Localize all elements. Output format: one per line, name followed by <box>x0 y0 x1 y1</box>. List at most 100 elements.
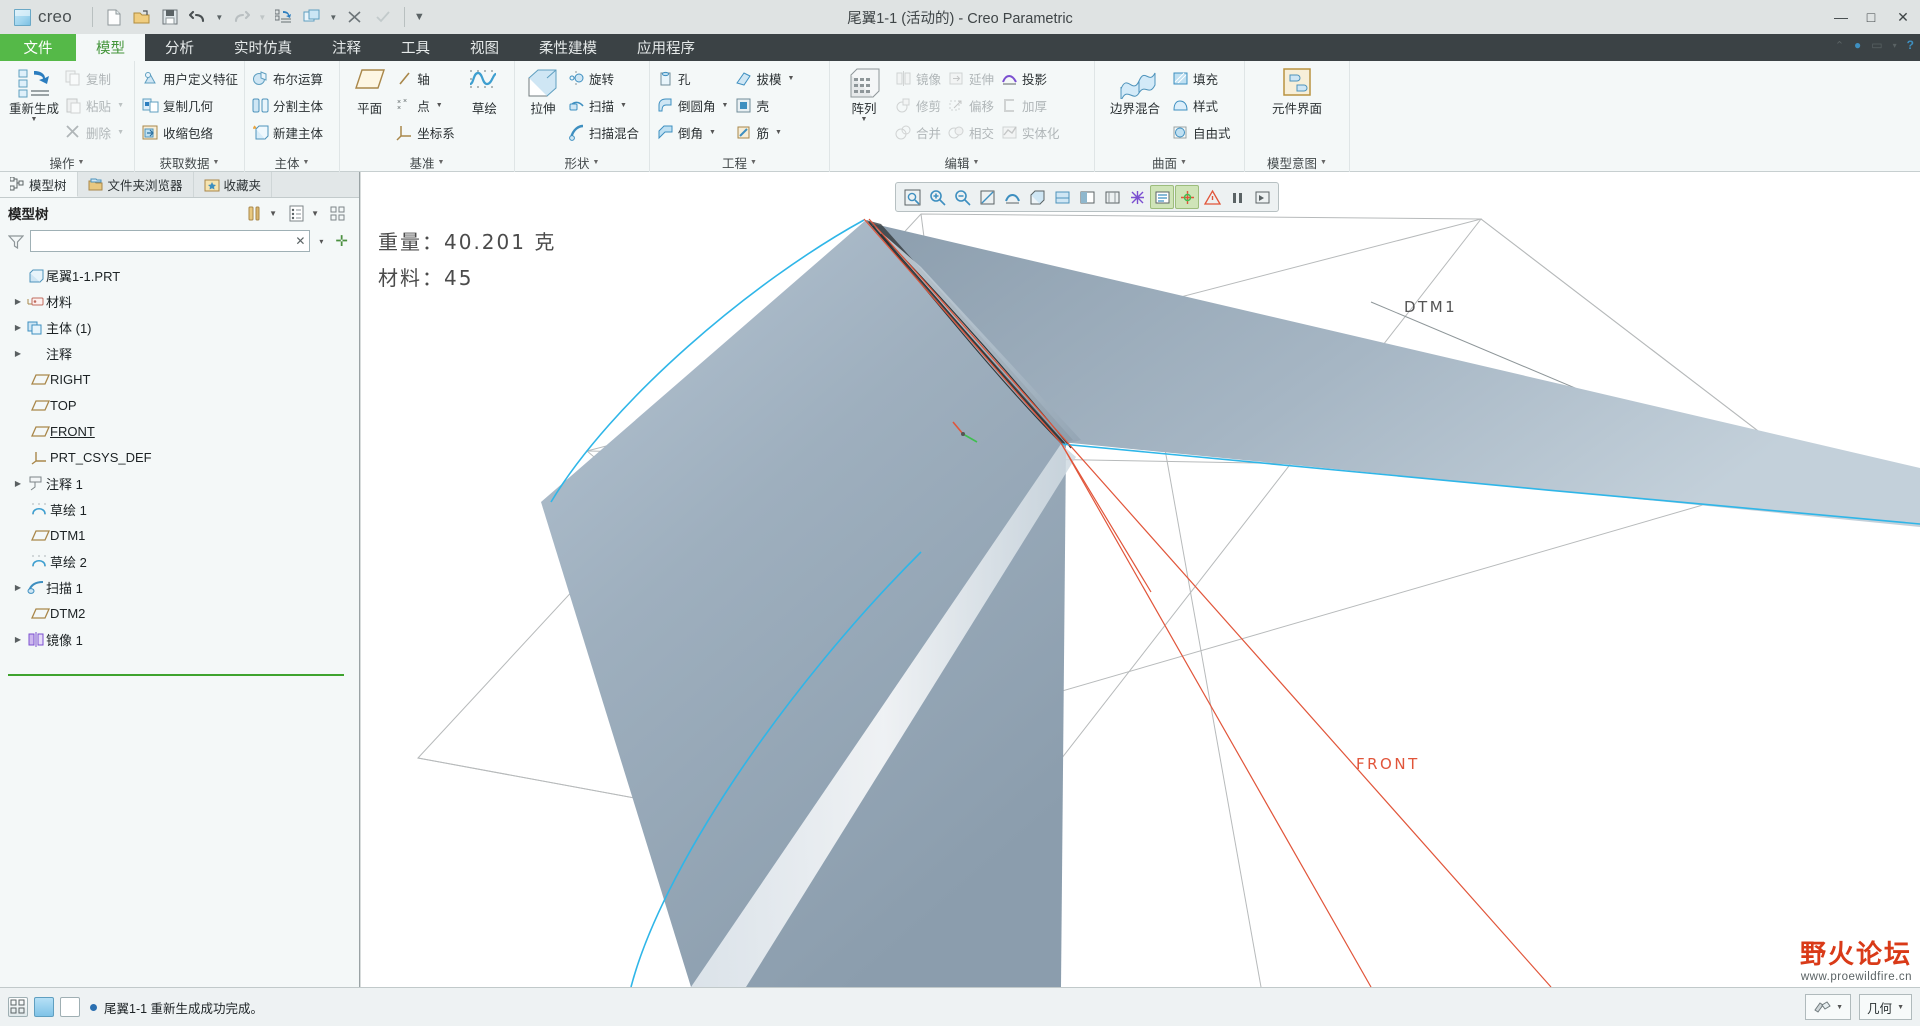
round-caret-icon[interactable]: ▼ <box>722 102 729 109</box>
copy-geometry-button[interactable]: 复制几何 <box>140 92 243 119</box>
close-window-icon[interactable] <box>342 4 368 30</box>
datum-plane-button[interactable]: 平面 <box>345 65 394 116</box>
tree-item-material[interactable]: ▶ 材料 <box>6 288 359 314</box>
swept-blend-button[interactable]: 扫描混合 <box>566 119 644 146</box>
account-icon[interactable]: ● <box>1854 38 1861 52</box>
group-caret-icon-8[interactable]: ▼ <box>1180 159 1187 166</box>
extrude-button[interactable]: 拉伸 <box>520 65 566 116</box>
annotation-display-icon[interactable] <box>1150 185 1174 209</box>
tree-item-front[interactable]: FRONT <box>6 418 359 444</box>
filter-add-icon[interactable]: ✛ <box>332 232 351 250</box>
insert-here-indicator[interactable] <box>8 674 344 676</box>
saved-views-icon[interactable] <box>1050 185 1074 209</box>
group-label-engineering[interactable]: 工程 ▼ <box>650 153 829 172</box>
tab-live-simulation[interactable]: 实时仿真 <box>214 34 312 61</box>
group-caret-icon-9[interactable]: ▼ <box>1320 159 1327 166</box>
group-label-editing[interactable]: 编辑 ▼ <box>830 153 1094 172</box>
tree-display-button[interactable]: ▼ <box>284 205 326 222</box>
filter-input[interactable] <box>31 231 310 251</box>
project-button[interactable]: 投影 <box>999 65 1065 92</box>
regenerate-caret-icon[interactable]: ▼ <box>31 116 38 123</box>
spin-center-icon[interactable] <box>1175 185 1199 209</box>
group-caret-icon-7[interactable]: ▼ <box>973 159 980 166</box>
coordinate-system-button[interactable]: 坐标系 <box>394 119 460 146</box>
maximize-button[interactable]: □ <box>1856 0 1886 34</box>
tree-item-dtm2[interactable]: DTM2 <box>6 600 359 626</box>
tree-item-part[interactable]: 尾翼1-1.PRT <box>6 262 359 288</box>
close-button[interactable]: ✕ <box>1886 0 1920 34</box>
zoom-in-icon[interactable] <box>925 185 949 209</box>
warning-icon[interactable] <box>1200 185 1224 209</box>
datum-point-button[interactable]: × × × 点 ▼ <box>394 92 460 119</box>
filter-caret-icon[interactable]: ▾ <box>316 237 326 246</box>
tab-applications[interactable]: 应用程序 <box>617 34 715 61</box>
group-caret-icon-4[interactable]: ▼ <box>438 159 445 166</box>
group-label-get-data[interactable]: 获取数据 ▼ <box>135 153 244 172</box>
tab-view[interactable]: 视图 <box>450 34 519 61</box>
options-caret-icon[interactable]: ▾ <box>1893 41 1897 50</box>
undo-caret-icon[interactable]: ▼ <box>213 4 226 30</box>
tree-expand-arrow[interactable]: ▶ <box>10 583 26 592</box>
group-caret-icon-3[interactable]: ▼ <box>303 159 310 166</box>
draft-button[interactable]: 拔模 ▼ <box>733 65 799 92</box>
group-label-shapes[interactable]: 形状 ▼ <box>515 153 649 172</box>
freestyle-button[interactable]: 自由式 <box>1170 119 1236 146</box>
graphics-viewport[interactable]: 重量：40.201 克 材料：45 DTM1 FRONT 野火论坛 www.pr… <box>361 172 1920 987</box>
tree-tools-caret-icon[interactable]: ▼ <box>266 209 280 218</box>
rib-caret-icon[interactable]: ▼ <box>775 129 782 136</box>
new-file-icon[interactable] <box>101 4 127 30</box>
sweep-caret-icon[interactable]: ▼ <box>620 102 627 109</box>
filter-input-wrap[interactable]: ✕ <box>30 230 311 252</box>
datum-point-caret-icon[interactable]: ▼ <box>436 102 443 109</box>
appearance-icon[interactable] <box>1125 185 1149 209</box>
revolve-button[interactable]: 旋转 <box>566 65 644 92</box>
tab-folder-browser[interactable]: 文件夹浏览器 <box>78 172 194 197</box>
repaint-icon[interactable] <box>975 185 999 209</box>
tab-tools[interactable]: 工具 <box>381 34 450 61</box>
draft-caret-icon[interactable]: ▼ <box>787 75 794 82</box>
hole-button[interactable]: 孔 <box>655 65 733 92</box>
boundary-blend-button[interactable]: 边界混合 <box>1100 65 1170 116</box>
group-caret-icon[interactable]: ▼ <box>78 159 85 166</box>
tree-item-sketch2[interactable]: 草绘 2 <box>6 548 359 574</box>
minimize-button[interactable]: — <box>1826 0 1856 34</box>
geometry-filter-caret-icon[interactable]: ▼ <box>1897 1004 1904 1011</box>
tree-item-right[interactable]: RIGHT <box>6 366 359 392</box>
creo-logo[interactable]: creo <box>8 7 84 27</box>
tab-favorites[interactable]: 收藏夹 <box>194 172 273 197</box>
sketch-button[interactable]: 草绘 <box>460 65 509 116</box>
tab-annotation[interactable]: 注释 <box>312 34 381 61</box>
shell-button[interactable]: 壳 <box>733 92 799 119</box>
tree-item-bodies[interactable]: ▶ 主体 (1) <box>6 314 359 340</box>
regenerate-icon[interactable] <box>271 4 297 30</box>
regenerate-button[interactable]: 重新生成 ▼ <box>5 65 63 123</box>
chamfer-button[interactable]: 倒角 ▼ <box>655 119 733 146</box>
collapse-ribbon-icon[interactable]: ⌃ <box>1835 39 1844 52</box>
tree-display-caret-icon[interactable]: ▼ <box>308 209 322 218</box>
tree-expand-arrow[interactable]: ▶ <box>10 635 26 644</box>
tree-columns-button[interactable] <box>326 205 351 222</box>
toolbar-overflow-icon[interactable]: ▼ <box>413 4 426 30</box>
group-caret-icon-5[interactable]: ▼ <box>593 159 600 166</box>
search-tool-button[interactable]: ▼ <box>1805 994 1852 1020</box>
tab-flexible-modeling[interactable]: 柔性建模 <box>519 34 617 61</box>
sweep-button[interactable]: 扫描 ▼ <box>566 92 644 119</box>
help-icon[interactable]: ? <box>1907 38 1914 52</box>
front-label[interactable]: FRONT <box>1356 755 1420 773</box>
datum-display-icon[interactable] <box>1000 185 1024 209</box>
split-body-button[interactable]: 分割主体 <box>250 92 328 119</box>
group-label-bodies[interactable]: 主体 ▼ <box>245 153 339 172</box>
refit-icon[interactable] <box>900 185 924 209</box>
view-manager-icon[interactable] <box>1025 185 1049 209</box>
tree-item-note1[interactable]: ▶ 注释 1 <box>6 470 359 496</box>
chamfer-caret-icon[interactable]: ▼ <box>709 129 716 136</box>
group-label-datum[interactable]: 基准 ▼ <box>340 153 514 172</box>
component-interface-button[interactable]: 元件界面 <box>1257 65 1337 116</box>
tree-item-sweep1[interactable]: ▶ 扫描 1 <box>6 574 359 600</box>
tab-file[interactable]: 文件 <box>0 34 76 61</box>
boolean-button[interactable]: 布尔运算 <box>250 65 328 92</box>
shrinkwrap-button[interactable]: 收缩包络 <box>140 119 243 146</box>
open-file-icon[interactable] <box>129 4 155 30</box>
filter-clear-icon[interactable]: ✕ <box>295 234 305 248</box>
pattern-caret-icon[interactable]: ▼ <box>861 116 868 123</box>
